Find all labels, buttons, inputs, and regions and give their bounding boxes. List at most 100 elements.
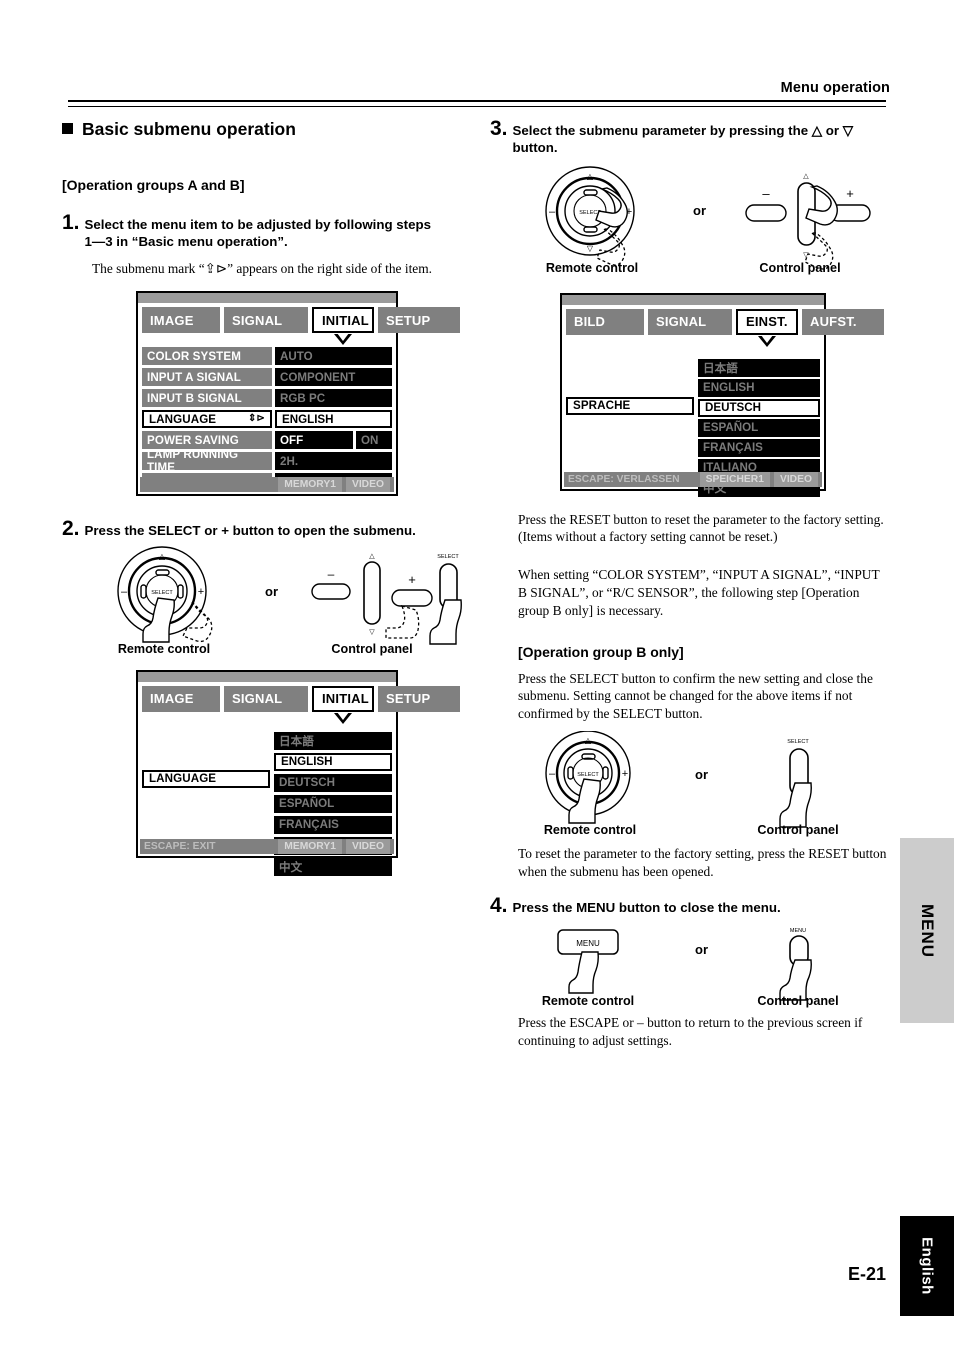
osd-statusbar: ESCAPE: EXIT MEMORY1 VIDEO — [140, 838, 394, 854]
osd-row-power-saving[interactable]: POWER SAVING OFF ON — [142, 431, 392, 450]
operation-group-b-paragraph: Press the SELECT button to confirm the n… — [518, 670, 873, 722]
statusbar-escape: ESCAPE: VERLASSEN — [568, 473, 680, 485]
osd-titlebar — [138, 671, 396, 682]
row-label-text: LANGUAGE — [149, 412, 217, 426]
step-4: 4. Press the MENU button to close the me… — [490, 895, 890, 916]
group-b-caption-remote: Remote control — [543, 822, 637, 837]
option-japanese[interactable]: 日本語 — [698, 358, 820, 377]
step-1-text: Select the menu item to be adjusted by f… — [84, 217, 432, 250]
step-4-caption-panel: Control panel — [757, 993, 839, 1008]
reset-note: To reset the parameter to the factory se… — [518, 845, 887, 879]
svg-text:SELECT: SELECT — [437, 554, 459, 560]
svg-text:MENU: MENU — [790, 928, 806, 934]
osd-menu-sprache-submenu: BILD SIGNAL EINST. AUFST. SPRACHE 日本語 EN… — [560, 292, 884, 497]
group-b-illustration: SELECT △ – + or SELECT Remote control Co… — [490, 730, 890, 839]
step-4-caption-remote: Remote control — [541, 993, 635, 1008]
osd-row-input-a-signal[interactable]: INPUT A SIGNAL COMPONENT — [142, 368, 392, 387]
row-label: LANGUAGE ⇕⊳ — [142, 410, 272, 429]
tab-signal[interactable]: SIGNAL — [224, 307, 308, 334]
step-1-note: The submenu mark “⇪⊳” appears on the rig… — [92, 260, 432, 276]
statusbar-memory: MEMORY1 — [278, 838, 342, 854]
row-value-off[interactable]: OFF — [275, 431, 353, 450]
tab-initial[interactable]: INITIAL — [312, 685, 374, 724]
option-english[interactable]: ENGLISH — [274, 752, 392, 771]
tab-signal[interactable]: SIGNAL — [648, 308, 732, 335]
tab-setup[interactable]: SETUP — [378, 685, 460, 712]
row-value-on[interactable]: ON — [356, 431, 392, 450]
osd-row-language-label: LANGUAGE — [142, 769, 270, 788]
step-1: 1. Select the menu item to be adjusted b… — [62, 212, 462, 251]
step-3-caption-remote: Remote control — [545, 260, 639, 275]
tab-einst-label: EINST. — [746, 314, 788, 330]
option-espanol[interactable]: ESPAÑOL — [698, 418, 820, 437]
row-label: POWER SAVING — [142, 431, 272, 450]
osd-tabs: BILD SIGNAL EINST. AUFST. — [562, 305, 884, 347]
svg-text:or: or — [693, 203, 706, 218]
tab-setup[interactable]: SETUP — [378, 307, 460, 334]
side-tab-menu: MENU — [900, 838, 954, 1023]
option-francais[interactable]: FRANÇAIS — [274, 815, 392, 834]
left-column: Basic submenu operation [Operation group… — [62, 112, 462, 876]
osd-statusbar: ESCAPE: VERLASSEN SPEICHER1 VIDEO — [564, 471, 822, 487]
step-3: 3. Select the submenu parameter by press… — [490, 118, 890, 157]
svg-text:△: △ — [369, 553, 375, 560]
section-heading: Basic submenu operation — [62, 119, 462, 139]
row-value: ENGLISH — [275, 410, 392, 429]
svg-text:or: or — [695, 942, 708, 957]
osd-tabs: IMAGE SIGNAL INITIAL SETUP — [138, 303, 460, 346]
svg-text:or: or — [265, 584, 278, 599]
reset-paragraph: Press the RESET button to reset the para… — [518, 511, 884, 545]
svg-text:–: – — [549, 206, 556, 218]
osd-titlebar — [138, 293, 396, 304]
option-deutsch[interactable]: DEUTSCH — [274, 773, 392, 792]
osd-row-lamp-running-time[interactable]: LAMP RUNNING TIME 2H. — [142, 448, 392, 474]
option-francais[interactable]: FRANÇAIS — [698, 438, 820, 457]
osd-rows: COLOR SYSTEM AUTO INPUT A SIGNAL COMPONE… — [138, 335, 396, 492]
page: Menu operation Basic submenu operation [… — [0, 0, 954, 1351]
step-4-illustration: MENU or MENU Remote control Control pane… — [490, 922, 890, 1010]
svg-text:△: △ — [585, 736, 592, 745]
row-label: INPUT A SIGNAL — [142, 368, 272, 387]
svg-text:SELECT: SELECT — [151, 590, 173, 596]
svg-text:▽: ▽ — [587, 244, 594, 253]
svg-text:+: + — [846, 186, 854, 201]
tab-signal[interactable]: SIGNAL — [224, 685, 308, 712]
osd-titlebar — [562, 294, 824, 305]
right-column: 3. Select the submenu parameter by press… — [490, 112, 890, 1050]
option-chinese[interactable]: 中文 — [274, 857, 392, 876]
option-espanol[interactable]: ESPAÑOL — [274, 794, 392, 813]
operation-group-b-heading: [Operation group B only] — [518, 643, 684, 660]
option-deutsch[interactable]: DEUTSCH — [698, 398, 820, 417]
option-english[interactable]: ENGLISH — [698, 378, 820, 397]
option-japanese[interactable]: 日本語 — [274, 731, 392, 750]
tab-bild[interactable]: BILD — [566, 308, 644, 335]
osd-row-color-system[interactable]: COLOR SYSTEM AUTO — [142, 347, 392, 366]
tab-pointer-icon — [334, 333, 352, 346]
tab-einst[interactable]: EINST. — [736, 308, 798, 347]
step-3-number: 3. — [490, 117, 508, 140]
step-3-text: Select the submenu parameter by pressing… — [512, 123, 853, 156]
row-label: COLOR SYSTEM — [142, 347, 272, 366]
osd-row-language[interactable]: LANGUAGE ⇕⊳ ENGLISH — [142, 410, 392, 429]
statusbar-input: VIDEO — [345, 477, 390, 493]
row-value: RGB PC — [275, 389, 392, 408]
step-3-illustration: SELECT △ ▽ – + or – + △ ▽ Remote control… — [490, 165, 890, 277]
svg-text:△: △ — [159, 552, 166, 561]
row-value: COMPONENT — [275, 368, 392, 387]
statusbar-escape: ESCAPE: EXIT — [144, 840, 216, 852]
statusbar-memory: SPEICHER1 — [699, 471, 770, 487]
svg-text:△: △ — [587, 172, 594, 181]
statusbar-input: VIDEO — [773, 471, 818, 487]
step-2: 2. Press the SELECT or + button to open … — [62, 518, 462, 539]
svg-text:SELECT: SELECT — [577, 772, 599, 778]
tab-aufst[interactable]: AUFST. — [802, 308, 884, 335]
osd-row-input-b-signal[interactable]: INPUT B SIGNAL RGB PC — [142, 389, 392, 408]
svg-text:–: – — [121, 586, 128, 598]
svg-text:△: △ — [803, 173, 809, 180]
tab-image[interactable]: IMAGE — [142, 307, 220, 334]
tab-image[interactable]: IMAGE — [142, 685, 220, 712]
svg-text:+: + — [622, 768, 628, 780]
tab-initial-label: INITIAL — [322, 312, 369, 328]
step-1-number: 1. — [62, 211, 80, 235]
tab-initial[interactable]: INITIAL — [312, 307, 374, 346]
